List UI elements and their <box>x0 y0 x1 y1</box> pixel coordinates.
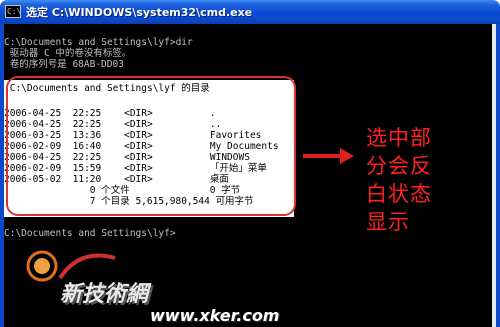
console-line: 驱动器 C 中的卷没有标签。 <box>4 48 132 59</box>
selection-callout-outline <box>6 76 296 216</box>
window-frame-right <box>496 24 500 327</box>
watermark-url: www.xker.com <box>150 306 280 325</box>
watermark-brand: 新技術網 <box>60 281 149 307</box>
annotation-line: 选中部 <box>366 126 432 150</box>
window-title: 选定 C:\WINDOWS\system32\cmd.exe <box>26 4 252 20</box>
scrollbar[interactable] <box>492 24 496 327</box>
annotation-line: 分会反 <box>366 154 432 178</box>
arrow-shaft <box>303 154 343 158</box>
arrow-right-icon <box>340 148 354 164</box>
title-select-prefix: 选定 <box>26 6 48 19</box>
annotation-line: 显示 <box>366 210 410 234</box>
title-bar[interactable]: C:\ 选定 C:\WINDOWS\system32\cmd.exe <box>0 0 500 24</box>
console-line: 卷的序列号是 68AB-DD03 <box>4 59 124 70</box>
title-path: C:\WINDOWS\system32\cmd.exe <box>51 6 253 19</box>
annotation-line: 白状态 <box>366 182 432 206</box>
console-line: C:\Documents and Settings\lyf>dir <box>4 37 193 48</box>
cmd-icon[interactable]: C:\ <box>5 5 21 18</box>
